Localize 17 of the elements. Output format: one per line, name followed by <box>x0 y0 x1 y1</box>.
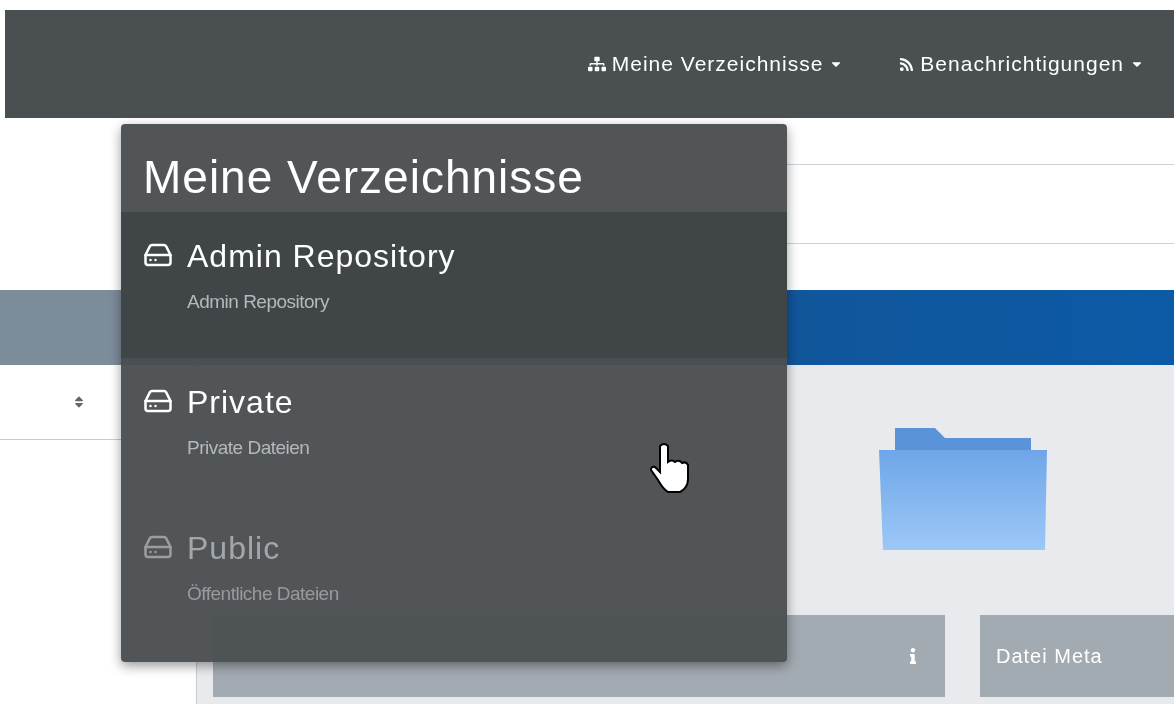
nav-menu-button[interactable]: Meine Verzeichnisse <box>587 48 844 80</box>
nav-menu-button[interactable]: Benachrichtigungen <box>899 48 1144 80</box>
repository-name: Admin Repository <box>187 237 456 276</box>
repository-description: Private Dateien <box>187 436 310 460</box>
repository-description: Öffentliche Dateien <box>187 582 339 606</box>
repository-item[interactable]: Private Private Dateien <box>121 358 787 504</box>
hand-cursor-icon <box>648 442 692 494</box>
sort-icon[interactable] <box>72 395 86 409</box>
info-icon[interactable] <box>907 648 919 664</box>
dropdown-title: Meine Verzeichnisse <box>142 150 585 205</box>
sitemap-icon <box>587 55 606 73</box>
repository-description: Admin Repository <box>187 290 331 314</box>
repository-item[interactable]: Admin Repository Admin Repository <box>121 212 787 358</box>
repository-name: Public <box>187 529 282 568</box>
repository-name: Private <box>187 383 295 422</box>
panel-title: Datei Meta <box>996 644 1103 669</box>
rss-icon <box>899 56 915 72</box>
